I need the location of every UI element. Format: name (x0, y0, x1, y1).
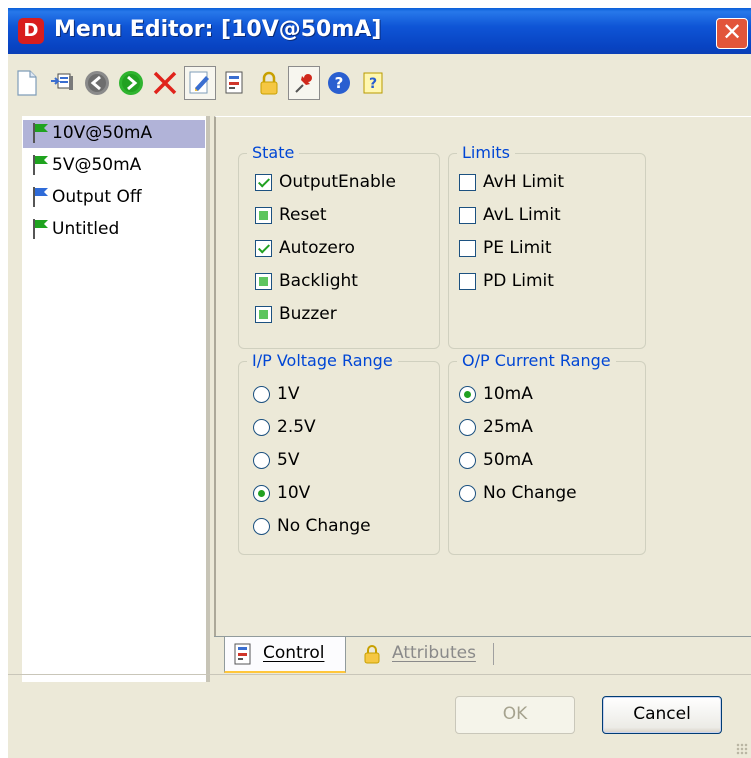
radio-label: No Change (483, 483, 577, 503)
blue-flag-icon (33, 187, 48, 207)
checkbox-label: OutputEnable (279, 172, 396, 192)
cancel-button[interactable]: Cancel (602, 696, 722, 734)
radio-circle (459, 419, 476, 436)
back-button[interactable] (82, 68, 112, 98)
ok-button[interactable]: OK (455, 696, 575, 734)
control-panel: State OutputEnable Reset Autozero Backli… (214, 116, 751, 637)
radio-label: 50mA (483, 450, 533, 470)
radio-label: 25mA (483, 417, 533, 437)
tab-strip: Control Attributes (214, 636, 751, 675)
radio-circle (459, 452, 476, 469)
window-title: Menu Editor: [10V@50mA] (54, 17, 382, 42)
tree-item-label: 5V@50mA (52, 155, 142, 175)
green-flag-icon (33, 219, 48, 239)
separator (8, 674, 751, 675)
checkbox-box (255, 207, 272, 224)
control-tab-icon (234, 643, 251, 665)
svg-text:?: ? (369, 76, 377, 92)
tree-item-label: 10V@50mA (52, 123, 153, 143)
radio-circle (253, 386, 270, 403)
state-group: State OutputEnable Reset Autozero Backli… (238, 143, 440, 349)
checkbox-box (459, 240, 476, 257)
checkbox-label: AvL Limit (483, 205, 561, 225)
green-flag-icon (33, 155, 48, 175)
limits-group: Limits AvH Limit AvL Limit PE Limit PD L… (448, 143, 646, 349)
delete-button[interactable] (150, 68, 180, 98)
checkbox-label: Backlight (279, 271, 358, 291)
close-button[interactable]: ✕ (716, 18, 748, 49)
properties-icon (225, 71, 243, 94)
tree-item-label: Output Off (52, 187, 142, 207)
tree-item-label: Untitled (52, 219, 120, 239)
help-button[interactable]: ? (324, 68, 354, 98)
checkbox-label: Autozero (279, 238, 355, 258)
op-range-legend: O/P Current Range (457, 351, 616, 370)
checkbox-box (255, 306, 272, 323)
edit-button[interactable] (184, 66, 216, 100)
checkbox-box (459, 273, 476, 290)
state-legend: State (247, 143, 300, 162)
checkbox-label: Buzzer (279, 304, 337, 324)
back-icon (85, 71, 109, 95)
radio-circle (253, 452, 270, 469)
tab-label: Control (263, 643, 325, 663)
radio-circle (253, 485, 270, 502)
tab-control[interactable]: Control (224, 637, 346, 673)
radio-label: 2.5V (277, 417, 316, 437)
close-icon: ✕ (721, 18, 743, 46)
checkbox-label: AvH Limit (483, 172, 565, 192)
lock-icon (260, 71, 278, 95)
green-flag-icon (33, 123, 48, 143)
radio-circle (459, 386, 476, 403)
lock-tab-icon (364, 645, 380, 664)
checkbox-label: PD Limit (483, 271, 554, 291)
toolbar: ? ? (8, 54, 751, 116)
checkbox-box (255, 174, 272, 191)
forward-icon (119, 71, 143, 95)
menu-editor-window: D Menu Editor: [10V@50mA] ✕ ? ? 10V@50mA… (8, 8, 751, 758)
radio-label: No Change (277, 516, 371, 536)
tab-label: Attributes (392, 643, 476, 663)
radio-label: 1V (277, 384, 300, 404)
new-icon (17, 70, 37, 96)
title-bar[interactable]: D Menu Editor: [10V@50mA] ✕ (8, 8, 751, 54)
lock-button[interactable] (254, 68, 284, 98)
radio-circle (459, 485, 476, 502)
radio-circle (253, 518, 270, 535)
app-icon: D (18, 18, 44, 44)
ip-range-legend: I/P Voltage Range (247, 351, 398, 370)
checkbox-label: Reset (279, 205, 327, 225)
pin-button[interactable] (288, 66, 320, 100)
checkbox-box (459, 207, 476, 224)
resize-grip[interactable] (736, 743, 748, 755)
limits-legend: Limits (457, 143, 515, 162)
radio-label: 5V (277, 450, 300, 470)
checkbox-box (255, 240, 272, 257)
tab-attributes[interactable]: Attributes (354, 637, 494, 671)
new-button[interactable] (12, 68, 42, 98)
checkbox-box (459, 174, 476, 191)
radio-circle (253, 419, 270, 436)
op-current-range-group: O/P Current Range 10mA 25mA 50mA No Chan… (448, 351, 646, 555)
radio-label: 10V (277, 483, 311, 503)
checkbox-box (255, 273, 272, 290)
tree-item-10v-50ma[interactable]: 10V@50mA (23, 120, 205, 148)
checkbox-label: PE Limit (483, 238, 552, 258)
edit-icon (189, 71, 209, 94)
svg-text:?: ? (335, 74, 344, 92)
menu-tree: 10V@50mA 5V@50mA Output Off Untitled (22, 116, 210, 682)
forward-button[interactable] (116, 68, 146, 98)
import-button[interactable] (48, 68, 78, 98)
context-help-icon: ? (363, 72, 383, 94)
import-icon (51, 73, 73, 90)
ip-voltage-range-group: I/P Voltage Range 1V 2.5V 5V 10V No Chan… (238, 351, 440, 555)
help-icon: ? (328, 72, 350, 94)
radio-label: 10mA (483, 384, 533, 404)
context-help-button[interactable]: ? (358, 68, 388, 98)
pin-icon (295, 74, 312, 93)
properties-button[interactable] (220, 68, 250, 98)
delete-icon (153, 71, 177, 95)
